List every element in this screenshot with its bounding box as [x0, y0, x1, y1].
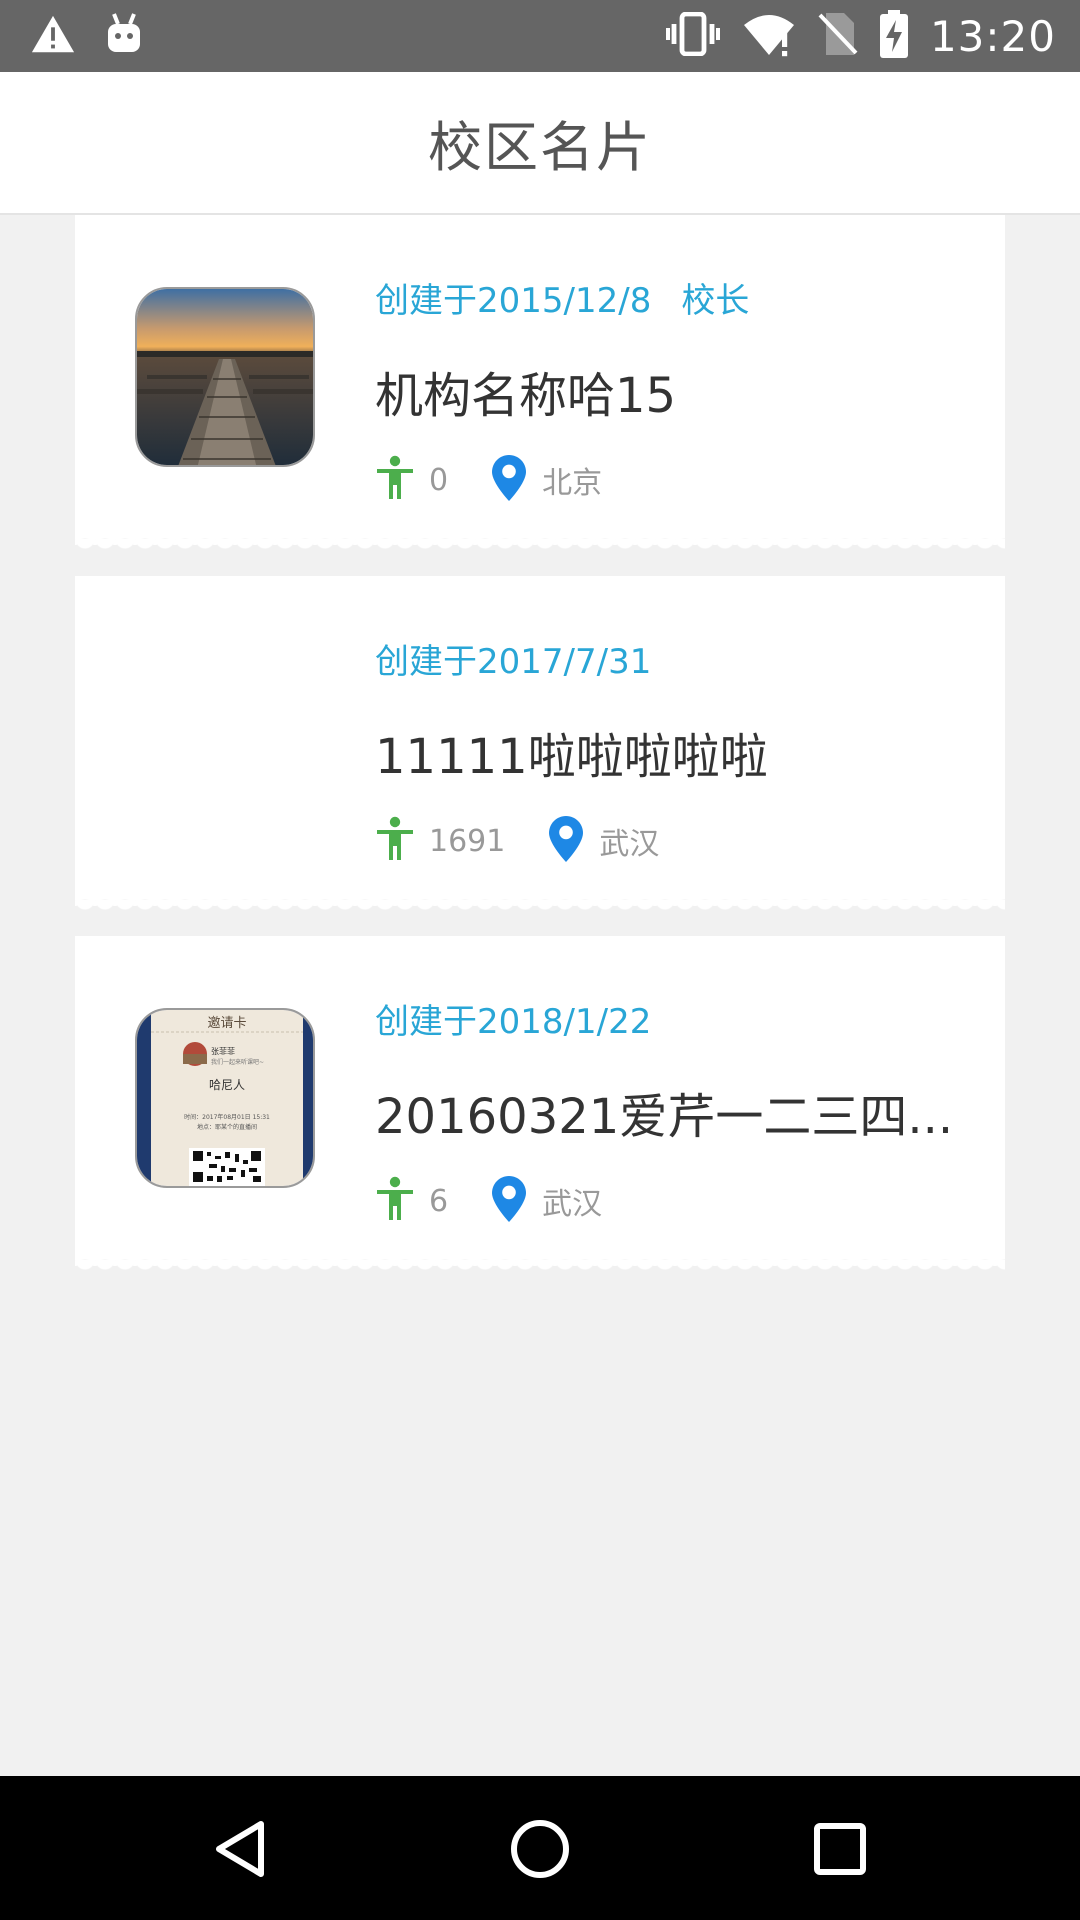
campus-thumbnail: 邀请卡 张菲菲 我们一起来听课吧~ 哈尼人 时间：2017年08月01日 15:…	[135, 1008, 315, 1188]
city-label: 武汉	[542, 1187, 603, 1222]
vibrate-icon	[665, 11, 720, 60]
status-time: 13:20	[929, 11, 1056, 61]
created-date: 创建于2017/7/31	[375, 642, 652, 682]
person-icon	[375, 1176, 415, 1226]
person-icon	[375, 455, 415, 505]
organization-name: 机构名称哈15	[375, 368, 677, 424]
created-date: 创建于2018/1/22	[375, 1002, 652, 1042]
created-date: 创建于2015/12/8	[375, 281, 652, 321]
organization-name: 11111啦啦啦啦啦	[375, 729, 768, 785]
pier-photo-image	[137, 289, 313, 465]
android-icon	[104, 12, 144, 62]
system-nav-bar	[0, 1776, 1080, 1920]
city-label: 北京	[542, 466, 603, 501]
invite-card-time: 时间：2017年08月01日 15:31	[184, 1114, 270, 1121]
page-title: 校区名片	[428, 116, 652, 179]
member-count: 1691	[429, 823, 506, 859]
app-bar: 校区名片	[0, 72, 1080, 215]
campus-card[interactable]: 创建于2015/12/8 校长 机构名称哈15 0 北京	[75, 215, 1005, 551]
recents-icon[interactable]	[805, 1814, 875, 1884]
member-count: 0	[429, 462, 449, 498]
invite-card-subline: 我们一起来听课吧~	[211, 1059, 265, 1066]
organization-name: 20160321爱芹一二三四...	[375, 1089, 954, 1145]
status-bar: 13:20	[0, 0, 1080, 72]
invite-card-header: 邀请卡	[207, 1016, 247, 1031]
card-edge	[75, 535, 1005, 545]
role-label: 校长	[681, 281, 750, 321]
home-icon[interactable]	[505, 1814, 575, 1884]
invite-card-image	[137, 1010, 313, 1186]
city-label: 武汉	[599, 827, 660, 862]
card-edge	[75, 896, 1005, 906]
invite-card-person: 张菲菲	[211, 1047, 235, 1056]
location-pin-icon	[492, 1176, 527, 1226]
invite-card-title: 哈尼人	[208, 1078, 245, 1092]
campus-card[interactable]: 创建于2017/7/31 11111啦啦啦啦啦 1691 武汉	[75, 576, 1005, 912]
battery-charging-icon	[879, 10, 908, 62]
warning-icon	[30, 12, 76, 62]
no-sim-icon	[818, 11, 858, 61]
campus-card[interactable]: 邀请卡 张菲菲 我们一起来听课吧~ 哈尼人 时间：2017年08月01日 15:…	[75, 936, 1005, 1272]
member-count: 6	[429, 1183, 449, 1219]
location-pin-icon	[492, 455, 527, 505]
location-pin-icon	[549, 816, 584, 866]
person-icon	[375, 816, 415, 866]
wifi-icon	[742, 11, 796, 61]
back-icon[interactable]	[205, 1814, 275, 1884]
card-edge	[75, 1256, 1005, 1266]
campus-thumbnail	[135, 287, 315, 467]
invite-card-place: 地点：耶某个的直播间	[196, 1124, 257, 1131]
